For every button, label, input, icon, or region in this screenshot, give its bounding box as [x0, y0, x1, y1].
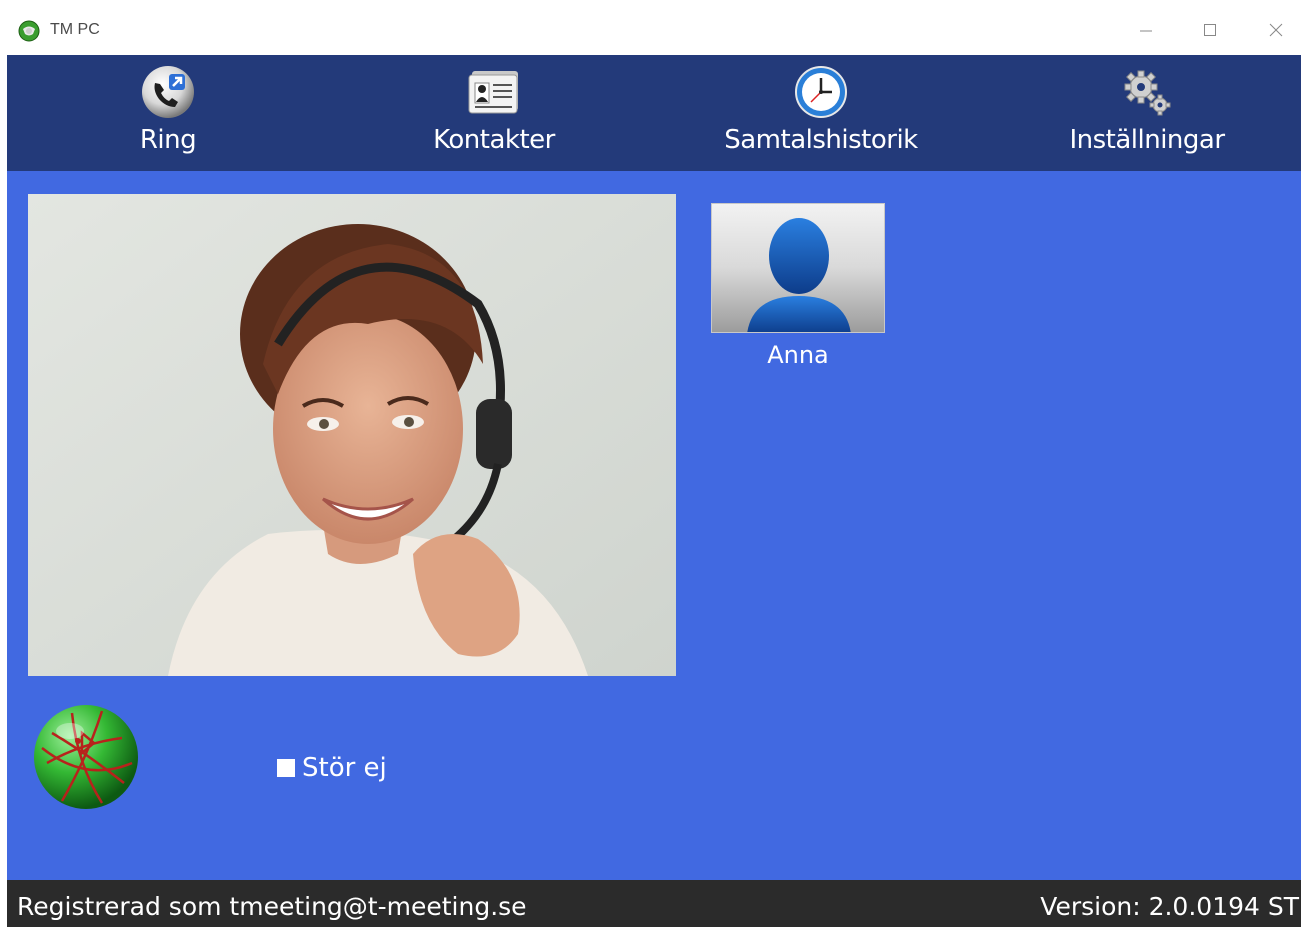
- minimize-button[interactable]: [1126, 14, 1166, 46]
- registration-status: Registrerad som tmeeting@t-meeting.se: [17, 892, 527, 921]
- title-bar: TM PC: [0, 0, 1301, 55]
- nav-ring-button[interactable]: Ring: [38, 55, 298, 171]
- gears-icon: [1124, 70, 1171, 116]
- operator-photo-illustration: [28, 194, 676, 676]
- main-nav-bar: Ring Kontakter Samtalshistorik Inställni…: [7, 55, 1301, 171]
- nav-samtalshistorik-button[interactable]: Samtalshistorik: [691, 55, 951, 171]
- nav-installningar-button[interactable]: Inställningar: [1017, 55, 1277, 171]
- operator-with-headset-image: [28, 194, 676, 676]
- contact-name: Anna: [767, 341, 829, 369]
- nav-ring-label: Ring: [139, 125, 197, 155]
- nav-installningar-label: Inställningar: [1069, 125, 1225, 155]
- connection-status[interactable]: [32, 703, 140, 811]
- maximize-icon: [1204, 24, 1216, 36]
- contact-card-icon: [468, 71, 518, 114]
- clock-icon: [795, 66, 847, 118]
- close-button[interactable]: [1256, 14, 1296, 46]
- status-bar: Registrerad som tmeeting@t-meeting.se Ve…: [7, 880, 1301, 927]
- phone-call-icon: [142, 66, 194, 118]
- close-icon: [1269, 23, 1283, 37]
- contact-tile-anna[interactable]: Anna: [711, 203, 885, 369]
- nav-samtalshistorik-label: Samtalshistorik: [724, 125, 918, 155]
- person-silhouette-icon: [747, 218, 851, 332]
- do-not-disturb-label: Stör ej: [302, 753, 387, 783]
- app-logo-icon: [18, 20, 40, 42]
- checkbox-box[interactable]: [277, 759, 295, 777]
- do-not-disturb-checkbox[interactable]: Stör ej: [277, 753, 387, 783]
- globe-icon: [34, 705, 138, 809]
- main-panel: Anna Stör ej: [7, 171, 1301, 880]
- maximize-button[interactable]: [1190, 14, 1230, 46]
- nav-kontakter-button[interactable]: Kontakter: [364, 55, 624, 171]
- window-title: TM PC: [50, 21, 100, 38]
- version-text: Version: 2.0.0194 ST: [1040, 892, 1299, 921]
- nav-kontakter-label: Kontakter: [433, 125, 555, 155]
- minimize-icon: [1140, 30, 1152, 32]
- contact-avatar: [711, 203, 885, 333]
